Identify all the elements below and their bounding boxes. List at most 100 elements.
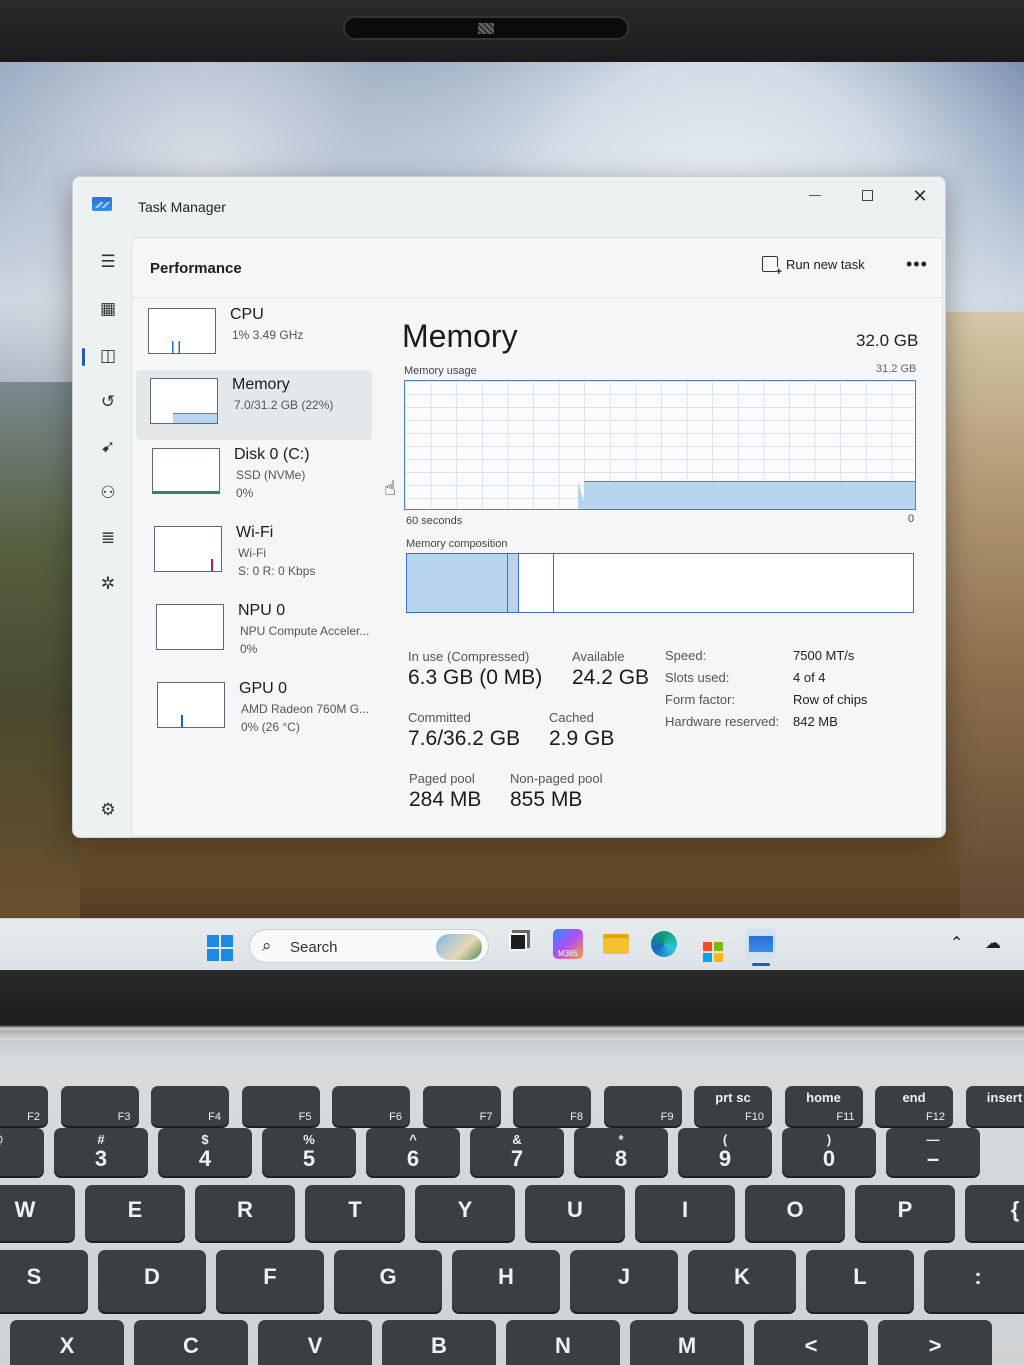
resource-item-disk-0-c[interactable]: Disk 0 (C:) SSD (NVMe) 0%	[136, 440, 372, 510]
edge-icon[interactable]	[649, 929, 679, 959]
microsoft-store-icon[interactable]	[698, 929, 728, 962]
network-disconnected-icon[interactable]: ☁	[985, 933, 1001, 953]
resource-list: CPU 1% 3.49 GHz Memory 7.0/31.2 GB (22%) Dis…	[132, 300, 372, 837]
function-key-f6[interactable]: F6	[332, 1086, 410, 1126]
title-bar[interactable]: Task Manager ✕	[73, 177, 945, 237]
letter-key-colon[interactable]: :	[924, 1250, 1024, 1312]
function-key-f9[interactable]: F9	[603, 1086, 682, 1126]
letter-key-k[interactable]: K	[688, 1250, 796, 1312]
number-key-6[interactable]: * 8	[574, 1128, 668, 1176]
letter-key-y[interactable]: Y	[415, 1185, 515, 1241]
function-key-f4[interactable]: F4	[151, 1086, 229, 1126]
letter-key-w[interactable]: W	[0, 1185, 75, 1241]
function-key-f12[interactable]: end F12	[875, 1086, 953, 1126]
number-key-9[interactable]: — –	[886, 1128, 980, 1176]
key-function-legend: F6	[389, 1111, 402, 1123]
letter-key-d[interactable]: D	[98, 1250, 206, 1312]
app-history-icon[interactable]: ↺	[93, 387, 123, 417]
users-icon[interactable]: ⚇	[93, 478, 123, 508]
function-key-f3[interactable]: F3	[60, 1086, 139, 1126]
letter-key-n[interactable]: N	[506, 1320, 620, 1365]
key-legend: L	[853, 1263, 867, 1289]
letter-key-o[interactable]: O	[745, 1185, 845, 1241]
show-hidden-icons-chevron-icon[interactable]: ⌃	[950, 933, 963, 953]
minimize-button[interactable]	[790, 181, 840, 211]
resource-utilization: 0% (26 °C)	[241, 720, 300, 734]
letter-key-h[interactable]: H	[452, 1250, 560, 1312]
function-key-f8[interactable]: F8	[513, 1086, 591, 1126]
more-options-button[interactable]: •••	[906, 254, 928, 275]
number-key-1[interactable]: #3	[54, 1128, 148, 1176]
number-key-2[interactable]: $4	[158, 1128, 252, 1176]
number-key-8[interactable]: ) 0	[782, 1128, 876, 1176]
close-button[interactable]: ✕	[895, 181, 945, 211]
letter-key-l[interactable]: L	[806, 1250, 914, 1312]
non-paged-pool-label: Non-paged pool	[510, 771, 603, 786]
letter-key-f[interactable]: F	[216, 1250, 324, 1312]
resource-name: CPU	[230, 306, 264, 323]
performance-page: Performance Run new task ••• CPU 1% 3.49 …	[131, 237, 943, 837]
hamburger-menu-icon[interactable]: ☰	[93, 247, 123, 277]
maximize-button[interactable]	[842, 181, 892, 211]
settings-icon[interactable]: ⚙	[93, 795, 123, 825]
thumbnail-sparkline	[155, 559, 221, 571]
letter-key-t[interactable]: T	[305, 1185, 405, 1241]
processes-icon[interactable]: ▦	[93, 294, 123, 324]
resource-utilization: S: 0 R: 0 Kbps	[238, 564, 316, 578]
resource-item-npu-0[interactable]: NPU 0 NPU Compute Acceler... 0%	[136, 596, 372, 666]
resource-detail: SSD (NVMe)	[236, 468, 306, 482]
taskbar-search[interactable]: ⌕ Search	[249, 929, 489, 963]
resource-item-gpu-0[interactable]: GPU 0 AMD Radeon 760M G... 0% (26 °C)	[136, 674, 372, 744]
letter-key-j[interactable]: J	[570, 1250, 678, 1312]
run-task-icon	[762, 256, 782, 278]
resource-item-wi-fi[interactable]: Wi-Fi Wi-Fi S: 0 R: 0 Kbps	[136, 518, 372, 588]
services-icon[interactable]: ✲	[93, 569, 123, 599]
function-key-f11[interactable]: home F11	[784, 1086, 863, 1126]
task-manager-icon[interactable]	[746, 929, 776, 959]
m365-copilot-icon[interactable]: M365	[553, 929, 583, 959]
function-key-insert[interactable]: insert	[965, 1086, 1024, 1126]
number-key-4[interactable]: ^ 6	[366, 1128, 460, 1176]
startup-apps-icon[interactable]: ➹	[93, 432, 123, 462]
letter-key-u[interactable]: U	[525, 1185, 625, 1241]
letter-key-s[interactable]: S	[0, 1250, 88, 1312]
start-button[interactable]	[207, 935, 233, 961]
file-explorer-icon[interactable]	[601, 929, 631, 959]
letter-key-x[interactable]: X	[10, 1320, 124, 1365]
letter-key-period[interactable]: >	[878, 1320, 992, 1365]
key-legend: O	[786, 1197, 804, 1223]
key-legend: E	[127, 1197, 143, 1223]
performance-icon[interactable]: ◫	[93, 341, 123, 371]
task-view-icon[interactable]	[503, 929, 533, 959]
number-key-5[interactable]: & 7	[470, 1128, 564, 1176]
letter-key-g[interactable]: G	[334, 1250, 442, 1312]
function-key-f5[interactable]: F5	[241, 1086, 320, 1126]
letter-key-v[interactable]: V	[258, 1320, 372, 1365]
letter-key-c[interactable]: C	[134, 1320, 248, 1365]
key-legend: 0	[822, 1146, 836, 1172]
key-top-legend: ^	[409, 1132, 417, 1147]
function-key-f7[interactable]: F7	[422, 1086, 501, 1126]
letter-key-p[interactable]: P	[855, 1185, 955, 1241]
function-key-f10[interactable]: prt sc F10	[694, 1086, 772, 1126]
function-key-f2[interactable]: F2	[0, 1086, 48, 1126]
resource-item-cpu[interactable]: CPU 1% 3.49 GHz	[136, 300, 372, 370]
letter-key-comma[interactable]: <	[754, 1320, 868, 1365]
resource-item-memory[interactable]: Memory 7.0/31.2 GB (22%)	[136, 370, 372, 440]
number-key-7[interactable]: (9	[678, 1128, 772, 1176]
key-legend: Y	[457, 1197, 473, 1223]
letter-key-m[interactable]: M	[630, 1320, 744, 1365]
number-key-0[interactable]: @	[0, 1128, 44, 1176]
details-icon[interactable]: ≣	[93, 523, 123, 553]
resource-thumbnail-graph	[157, 682, 225, 728]
run-new-task-button[interactable]: Run new task	[762, 256, 865, 278]
number-key-3[interactable]: % 5	[262, 1128, 356, 1176]
letter-key-e[interactable]: E	[85, 1185, 185, 1241]
letter-key-r[interactable]: R	[195, 1185, 295, 1241]
letter-key-brace[interactable]: {	[965, 1185, 1024, 1241]
letter-key-b[interactable]: B	[382, 1320, 496, 1365]
resource-detail: NPU Compute Acceler...	[240, 624, 370, 638]
key-legend: >	[928, 1333, 942, 1359]
committed-label: Committed	[408, 710, 471, 725]
letter-key-i[interactable]: I	[635, 1185, 735, 1241]
